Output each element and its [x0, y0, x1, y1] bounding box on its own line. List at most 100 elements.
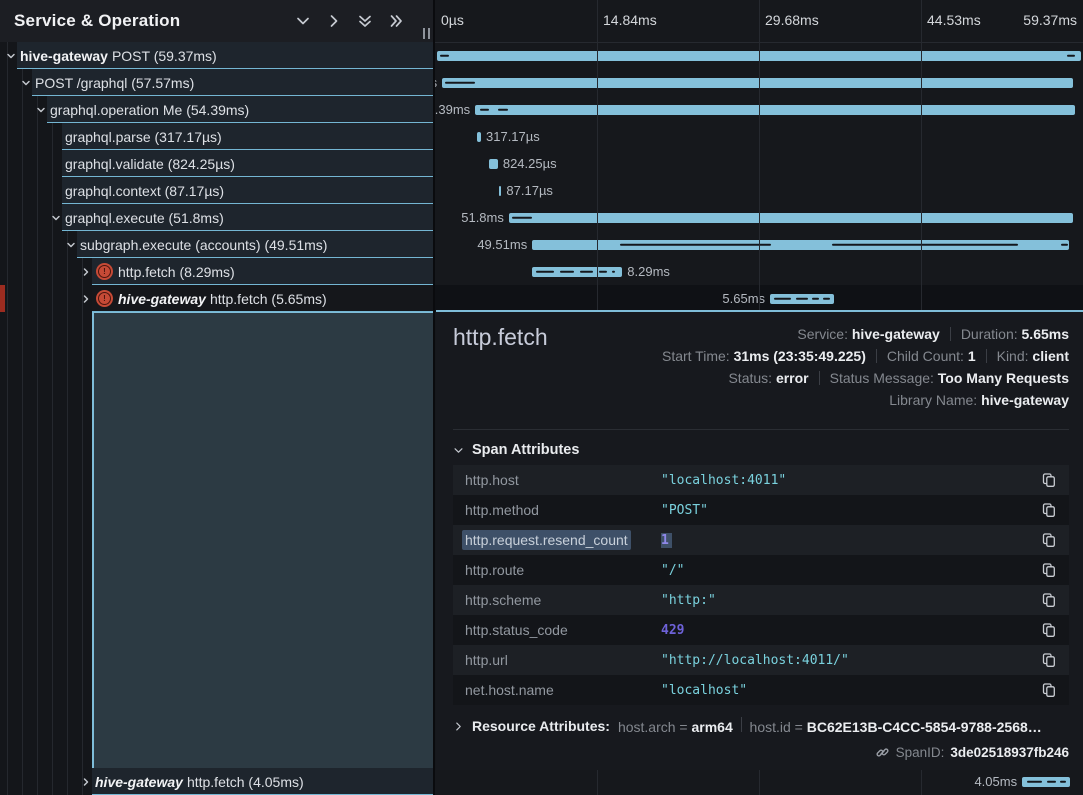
attribute-key[interactable]: http.method: [453, 502, 661, 518]
child-span-marker: [580, 270, 593, 273]
span-label: graphql.execute (51.8ms): [65, 210, 224, 226]
expander-icon[interactable]: [6, 51, 16, 61]
copy-icon[interactable]: [1041, 622, 1057, 638]
panel-resize-handle[interactable]: [423, 28, 430, 39]
tree-row[interactable]: graphql.operation Me (54.39ms): [0, 96, 434, 123]
meta-label: Start Time:: [662, 348, 734, 364]
resource-separator: [741, 717, 742, 732]
span-label: graphql.context (87.17µs): [65, 183, 224, 199]
meta-separator: [950, 327, 951, 341]
meta-label: Duration:: [961, 326, 1022, 342]
copy-icon[interactable]: [1041, 532, 1057, 548]
chevron-right-icon[interactable]: [326, 13, 342, 29]
attribute-value[interactable]: "/": [661, 563, 1041, 578]
expander-icon[interactable]: [81, 267, 91, 277]
meta-value: hive-gateway: [852, 326, 940, 342]
tree-row[interactable]: graphql.validate (824.25µs): [0, 150, 434, 177]
attribute-row[interactable]: http.status_code 429: [453, 615, 1069, 645]
expander-icon[interactable]: [81, 777, 91, 787]
duration-label: 317.17µs: [486, 123, 540, 150]
tree-row[interactable]: ! http.fetch (8.29ms): [0, 258, 434, 285]
attribute-key[interactable]: http.route: [453, 562, 661, 578]
child-span-marker: [1027, 780, 1042, 783]
attribute-value[interactable]: "localhost": [661, 683, 1041, 698]
span-label: graphql.parse (317.17µs): [65, 129, 222, 145]
link-icon[interactable]: [875, 745, 890, 760]
attribute-row[interactable]: http.url "http://localhost:4011/": [453, 645, 1069, 675]
expander-icon[interactable]: [21, 78, 31, 88]
expander-icon[interactable]: [66, 240, 76, 250]
attribute-key[interactable]: net.host.name: [453, 682, 661, 698]
attribute-key[interactable]: http.url: [453, 652, 661, 668]
child-span-marker: [536, 270, 554, 273]
attribute-row[interactable]: http.host "localhost:4011": [453, 465, 1069, 495]
span-attributes-header[interactable]: Span Attributes: [453, 442, 579, 458]
tree-row[interactable]: ! hive-gateway http.fetch (5.65ms): [0, 285, 434, 312]
span-bar[interactable]: [499, 186, 501, 196]
attribute-row[interactable]: http.route "/": [453, 555, 1069, 585]
expander-icon[interactable]: [81, 294, 91, 304]
expander-icon[interactable]: [36, 105, 46, 115]
attribute-value[interactable]: 1: [661, 533, 1041, 548]
attribute-value[interactable]: "localhost:4011": [661, 473, 1041, 488]
child-span-marker: [512, 216, 532, 219]
copy-icon[interactable]: [1041, 682, 1057, 698]
child-span-marker: [823, 297, 829, 300]
resource-key: host.arch =: [618, 719, 692, 735]
span-bar[interactable]: [475, 105, 1075, 115]
span-label: graphql.operation Me (54.39ms): [50, 102, 249, 118]
duration-label: 57.57ms: [435, 69, 437, 96]
expander-icon[interactable]: [51, 213, 61, 223]
attribute-row[interactable]: http.request.resend_count 1: [453, 525, 1069, 555]
axis-tick: 29.68ms: [765, 12, 819, 28]
tree-row[interactable]: graphql.parse (317.17µs): [0, 123, 434, 150]
tree-row[interactable]: subgraph.execute (accounts) (49.51ms): [0, 231, 434, 258]
meta-value: hive-gateway: [981, 392, 1069, 408]
attribute-key[interactable]: http.host: [453, 472, 661, 488]
span-bar[interactable]: [509, 213, 1073, 223]
child-span-marker: [774, 297, 791, 300]
tree-row[interactable]: hive-gateway POST (59.37ms): [0, 42, 434, 69]
copy-icon[interactable]: [1041, 592, 1057, 608]
tree-row[interactable]: graphql.execute (51.8ms): [0, 204, 434, 231]
attribute-key[interactable]: http.status_code: [453, 622, 661, 638]
divider: [453, 429, 1069, 430]
span-bar[interactable]: [477, 132, 481, 142]
section-title: Span Attributes: [472, 442, 579, 458]
span-id-footer: SpanID: 3de02518937fb246: [875, 745, 1069, 760]
tree-row[interactable]: hive-gateway http.fetch (4.05ms): [0, 768, 434, 795]
attribute-row[interactable]: http.scheme "http:": [453, 585, 1069, 615]
resource-attributes-label: Resource Attributes:: [472, 718, 610, 734]
copy-icon[interactable]: [1041, 472, 1057, 488]
attribute-key[interactable]: http.request.resend_count: [453, 532, 661, 548]
meta-separator: [876, 349, 877, 363]
double-chevron-down-icon[interactable]: [357, 13, 373, 29]
child-span-marker: [812, 297, 819, 300]
attribute-row[interactable]: http.method "POST": [453, 495, 1069, 525]
child-span-marker: [498, 108, 508, 111]
copy-icon[interactable]: [1041, 502, 1057, 518]
selected-span-expanded-area: [92, 312, 434, 768]
span-bar[interactable]: [442, 78, 1073, 88]
copy-icon[interactable]: [1041, 562, 1057, 578]
panel-divider[interactable]: [433, 0, 435, 795]
span-id-label: SpanID:: [896, 745, 945, 760]
attribute-value[interactable]: "POST": [661, 503, 1041, 518]
attribute-row[interactable]: net.host.name "localhost": [453, 675, 1069, 705]
span-bar[interactable]: [489, 159, 498, 169]
resource-attributes-row[interactable]: Resource Attributes: host.arch = arm64 h…: [453, 717, 1069, 735]
span-label: http.fetch (5.65ms): [210, 291, 327, 307]
tree-row[interactable]: graphql.context (87.17µs): [0, 177, 434, 204]
double-chevron-right-icon[interactable]: [388, 13, 404, 29]
chevron-down-icon[interactable]: [295, 13, 311, 29]
meta-value: client: [1032, 348, 1069, 364]
tree-row[interactable]: POST /graphql (57.57ms): [0, 69, 434, 96]
copy-icon[interactable]: [1041, 652, 1057, 668]
child-span-marker: [796, 297, 808, 300]
attribute-value[interactable]: 429: [661, 623, 1041, 638]
attribute-value[interactable]: "http://localhost:4011/": [661, 653, 1041, 668]
span-label: graphql.validate (824.25µs): [65, 156, 235, 172]
attribute-value[interactable]: "http:": [661, 593, 1041, 608]
child-span-marker: [480, 108, 489, 111]
attribute-key[interactable]: http.scheme: [453, 592, 661, 608]
